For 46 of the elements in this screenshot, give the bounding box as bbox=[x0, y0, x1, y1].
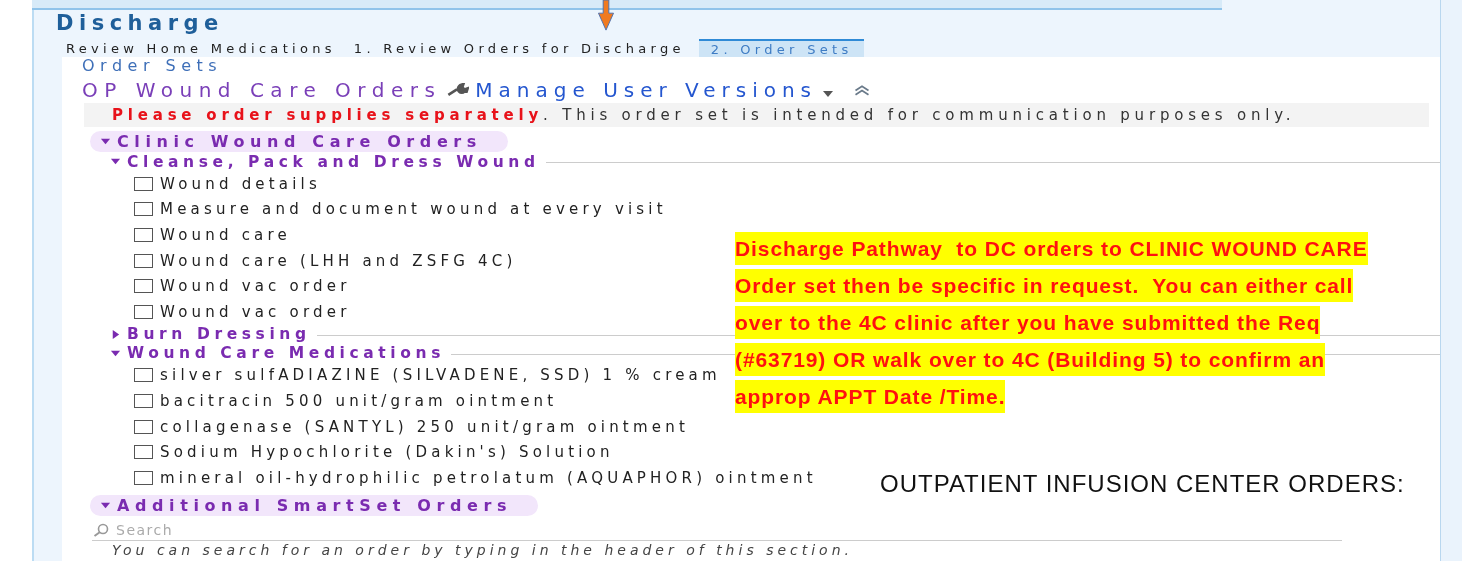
activity-title: Discharge bbox=[56, 11, 224, 35]
hint-text: You can search for an order by typing in the header of this section. bbox=[112, 541, 853, 558]
caption-text: OUTPATIENT INFUSION CENTER ORDERS: bbox=[880, 470, 1405, 498]
arrow-icon bbox=[596, 0, 616, 32]
group-header[interactable]: Cleanse, Pack and Dress Wound bbox=[127, 152, 540, 171]
order-item-label[interactable]: Measure and document wound at every visit bbox=[160, 200, 667, 219]
order-set-title: OP Wound Care Orders bbox=[82, 78, 442, 102]
order-item-label[interactable]: silver sulfADIAZINE (SILVADENE, SSD) 1 % cream bbox=[160, 366, 721, 385]
section-header[interactable]: Additional SmartSet Orders bbox=[90, 494, 539, 516]
order-item-label[interactable]: Wound vac order bbox=[160, 302, 351, 321]
collapse-triangle-icon[interactable] bbox=[100, 136, 111, 147]
checkbox[interactable] bbox=[134, 393, 153, 408]
wrench-icon[interactable] bbox=[447, 82, 470, 98]
order-item-label[interactable]: Wound care (LHH and ZSFG 4C) bbox=[160, 251, 517, 270]
expand-triangle-icon[interactable] bbox=[110, 328, 121, 340]
order-item-label[interactable]: bacitracin 500 unit/gram ointment bbox=[160, 391, 558, 410]
group-header[interactable]: Wound Care Medications bbox=[127, 344, 445, 363]
tab[interactable]: Review Home Medications bbox=[62, 39, 340, 57]
search-field[interactable]: Search bbox=[114, 520, 418, 539]
order-item-label[interactable]: Sodium Hypochlorite (Dakin's) Solution bbox=[160, 443, 614, 462]
order-item-label[interactable]: mineral oil-hydrophilic petrolatum (AQUAPHOR) ointment bbox=[160, 468, 817, 487]
order-item-label[interactable]: Wound vac order bbox=[160, 277, 351, 296]
section-header[interactable]: Clinic Wound Care Orders bbox=[90, 131, 508, 152]
annotation-note: Discharge Pathway to DC orders to CLINIC WOUND CARE Order set then be specific in request. You can either call over to the 4C clinic after you have submitted the Req (#63719) OR walk over to 4C (Building 5) to confirm an approp APPT Date /Time. bbox=[735, 232, 1368, 413]
warning-message: Please order supplies separately. This order set is intended for communication purposes only. bbox=[84, 103, 1429, 127]
search-icon bbox=[92, 522, 110, 537]
group-header[interactable]: Burn Dressing bbox=[127, 325, 311, 344]
collapse-triangle-icon[interactable] bbox=[110, 156, 121, 167]
order-item-label[interactable]: collagenase (SANTYL) 250 unit/gram ointment bbox=[160, 417, 689, 436]
checkbox[interactable] bbox=[134, 368, 153, 383]
order-item-label[interactable]: Wound care bbox=[160, 226, 291, 244]
section-label: Order Sets bbox=[82, 57, 223, 75]
checkbox[interactable] bbox=[134, 445, 153, 460]
order-item-label[interactable]: Wound details bbox=[160, 174, 321, 193]
checkbox[interactable] bbox=[134, 419, 153, 434]
checkbox[interactable] bbox=[134, 202, 153, 217]
dropdown-caret-icon[interactable] bbox=[823, 91, 834, 97]
collapse-chevron-icon[interactable] bbox=[853, 83, 872, 97]
tab[interactable]: 1. Review Orders for Discharge bbox=[349, 39, 689, 57]
checkbox[interactable] bbox=[134, 228, 153, 242]
checkbox[interactable] bbox=[134, 176, 153, 191]
checkbox[interactable] bbox=[134, 279, 153, 294]
checkbox[interactable] bbox=[134, 304, 153, 319]
checkbox[interactable] bbox=[134, 470, 153, 485]
checkbox[interactable] bbox=[134, 253, 153, 268]
manage-versions-link[interactable]: Manage User Versions bbox=[475, 78, 818, 102]
